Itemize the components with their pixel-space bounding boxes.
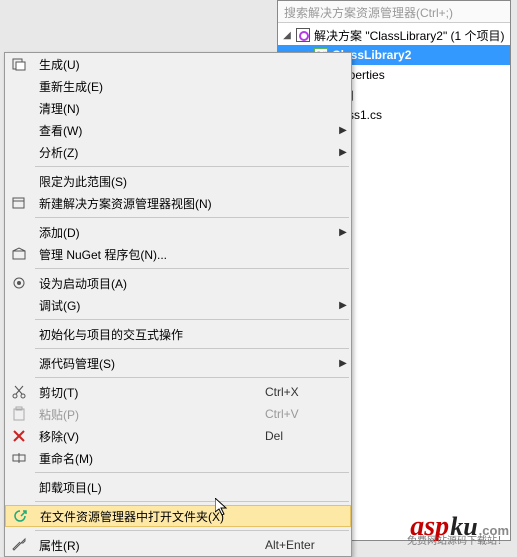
build-icon	[11, 56, 27, 72]
new-view-icon	[11, 195, 27, 211]
startup-icon	[11, 275, 27, 291]
search-input[interactable]: 搜索解决方案资源管理器(Ctrl+;)	[278, 1, 510, 23]
menu-scope[interactable]: 限定为此范围(S)	[5, 170, 351, 192]
submenu-arrow-icon: ▶	[335, 358, 351, 369]
menu-new-explorer-view[interactable]: 新建解决方案资源管理器视图(N)	[5, 192, 351, 214]
menu-separator	[35, 268, 349, 269]
menu-rebuild[interactable]: 重新生成(E)	[5, 75, 351, 97]
nuget-icon	[11, 246, 27, 262]
submenu-arrow-icon: ▶	[335, 300, 351, 311]
menu-cut[interactable]: 剪切(T)Ctrl+X	[5, 381, 351, 403]
wrench-icon	[11, 537, 27, 553]
open-folder-icon	[12, 508, 28, 524]
cut-icon	[11, 384, 27, 400]
menu-interactive[interactable]: 初始化与项目的交互式操作	[5, 323, 351, 345]
menu-separator	[35, 319, 349, 320]
menu-add[interactable]: 添加(D)▶	[5, 221, 351, 243]
submenu-arrow-icon: ▶	[335, 147, 351, 158]
paste-icon	[11, 406, 27, 422]
menu-separator	[35, 348, 349, 349]
submenu-arrow-icon: ▶	[335, 125, 351, 136]
menu-analyze[interactable]: 分析(Z)▶	[5, 141, 351, 163]
menu-separator	[35, 166, 349, 167]
solution-root-row[interactable]: ◢ 解决方案 "ClassLibrary2" (1 个项目)	[278, 25, 510, 45]
solution-root-label: 解决方案 "ClassLibrary2" (1 个项目)	[314, 27, 505, 44]
menu-separator	[35, 501, 349, 502]
menu-debug[interactable]: 调试(G)▶	[5, 294, 351, 316]
menu-source-control[interactable]: 源代码管理(S)▶	[5, 352, 351, 374]
menu-rename[interactable]: 重命名(M)	[5, 447, 351, 469]
menu-view[interactable]: 查看(W)▶	[5, 119, 351, 141]
menu-properties[interactable]: 属性(R)Alt+Enter	[5, 534, 351, 556]
submenu-arrow-icon: ▶	[335, 227, 351, 238]
menu-paste: 粘贴(P)Ctrl+V	[5, 403, 351, 425]
watermark-subtitle: 免费网站源码下载站！	[407, 532, 507, 547]
menu-startup[interactable]: 设为启动项目(A)	[5, 272, 351, 294]
menu-separator	[35, 217, 349, 218]
expand-caret-icon[interactable]: ◢	[282, 30, 292, 41]
menu-build[interactable]: 生成(U)	[5, 53, 351, 75]
remove-icon	[11, 428, 27, 444]
menu-unload[interactable]: 卸载项目(L)	[5, 476, 351, 498]
context-menu: 生成(U) 重新生成(E) 清理(N) 查看(W)▶ 分析(Z)▶ 限定为此范围…	[4, 52, 352, 557]
menu-nuget[interactable]: 管理 NuGet 程序包(N)...	[5, 243, 351, 265]
menu-open-in-explorer[interactable]: 在文件资源管理器中打开文件夹(X)	[5, 505, 351, 527]
menu-remove[interactable]: 移除(V)Del	[5, 425, 351, 447]
menu-separator	[35, 377, 349, 378]
rename-icon	[11, 450, 27, 466]
menu-separator	[35, 530, 349, 531]
solution-icon	[296, 28, 310, 42]
menu-clean[interactable]: 清理(N)	[5, 97, 351, 119]
menu-separator	[35, 472, 349, 473]
